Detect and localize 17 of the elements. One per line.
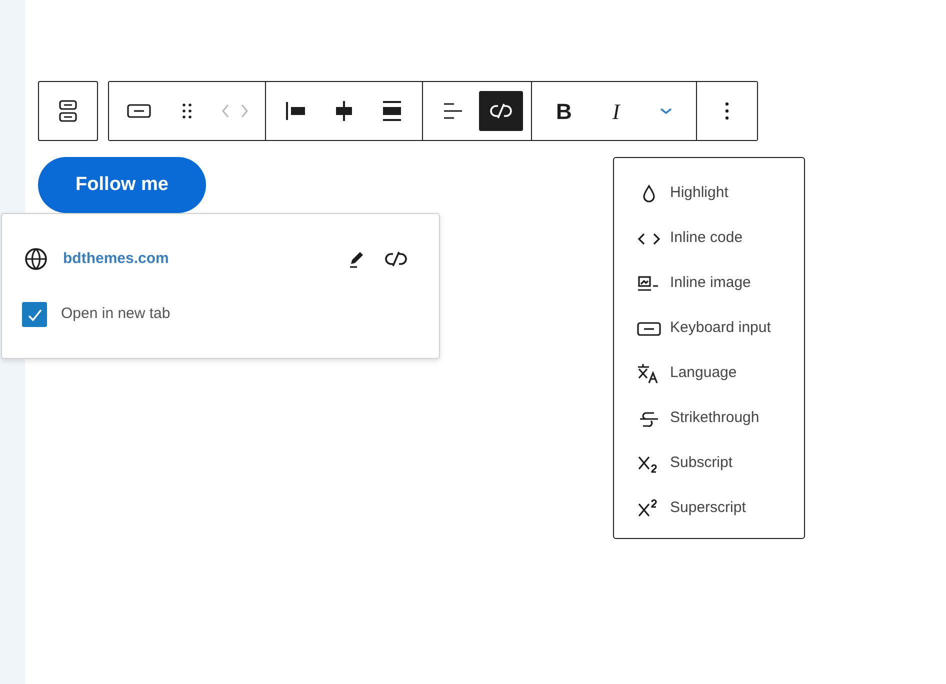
check-icon bbox=[26, 306, 42, 322]
menu-item[interactable]: Highlight bbox=[670, 182, 728, 205]
menu-item[interactable]: Superscript bbox=[670, 497, 746, 520]
menu-item[interactable]: Subscript bbox=[670, 452, 733, 475]
unlink-icon[interactable] bbox=[479, 91, 523, 131]
menu-item[interactable]: Strikethrough bbox=[670, 407, 760, 430]
italic-button[interactable]: I bbox=[592, 91, 640, 131]
checkbox[interactable] bbox=[22, 302, 47, 327]
menu-item[interactable]: Language bbox=[670, 362, 737, 385]
menu-item[interactable]: Inline code bbox=[670, 227, 743, 250]
follow-button[interactable]: Follow me bbox=[38, 157, 206, 213]
link-url[interactable]: bdthemes.com bbox=[63, 248, 169, 270]
menu-item[interactable]: Keyboard input bbox=[670, 317, 771, 340]
menu-item[interactable]: Inline image bbox=[670, 272, 751, 295]
checkbox-label: Open in new tab bbox=[61, 304, 170, 324]
globe-icon bbox=[24, 247, 48, 271]
bold-button[interactable]: B bbox=[540, 91, 588, 131]
